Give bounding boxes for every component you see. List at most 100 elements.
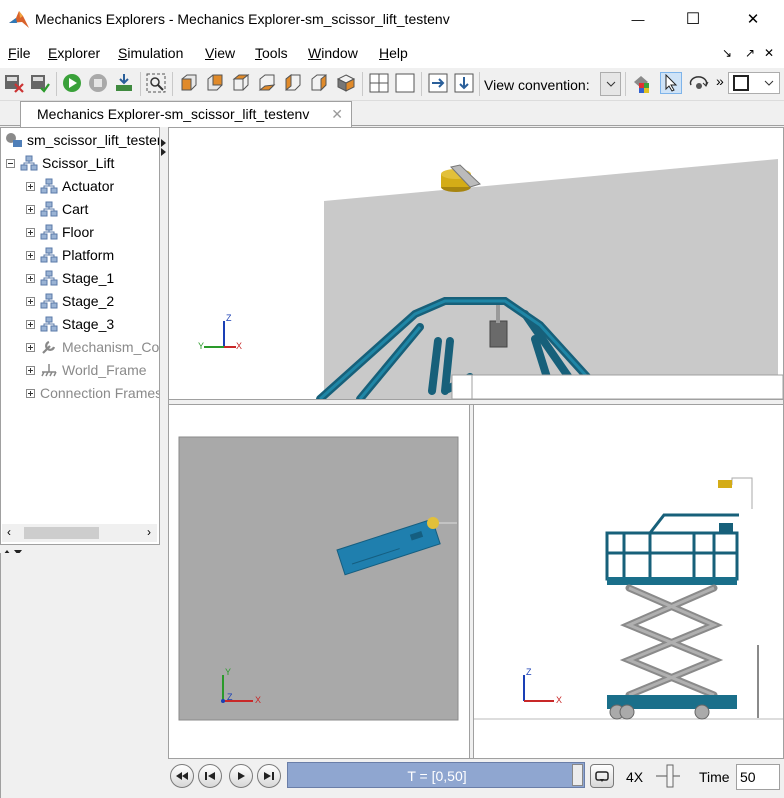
close-panel-icon[interactable]: ✕ — [764, 46, 774, 60]
rewind-to-start-button[interactable] — [170, 764, 194, 788]
undock-icon[interactable]: ↘ — [722, 46, 732, 60]
stop-icon[interactable] — [87, 72, 109, 94]
view-frame-dropdown[interactable] — [728, 72, 780, 94]
tab-close-icon[interactable]: ✕ — [331, 106, 343, 123]
menu-window[interactable]: Window — [308, 45, 358, 61]
tree-node-stage-1[interactable]: Stage_1 — [26, 267, 114, 289]
axis-x-label: X — [236, 341, 243, 351]
scrollbar-thumb[interactable] — [24, 527, 99, 539]
panel-divider[interactable] — [160, 127, 168, 798]
tree-node-connection-frames[interactable]: Connection Frames — [26, 382, 159, 404]
maximize-button[interactable]: ☐ — [670, 6, 716, 32]
step-back-button[interactable] — [198, 764, 222, 788]
expand-icon[interactable] — [26, 342, 35, 352]
expand-icon[interactable] — [26, 388, 35, 398]
scroll-right-icon[interactable]: › — [147, 525, 151, 539]
time-slider-thumb[interactable] — [572, 764, 583, 786]
close-button[interactable]: ✕ — [730, 6, 776, 32]
tree-node-mechanism-configuration[interactable]: Mechanism_Configuration — [26, 336, 159, 358]
triad-isometric: Z Y X — [198, 313, 248, 353]
view-convention-dropdown[interactable] — [600, 72, 621, 96]
toolbar-overflow[interactable]: » — [716, 73, 724, 89]
collapse-icon[interactable] — [6, 158, 15, 168]
right-view-icon[interactable] — [308, 72, 330, 94]
ground-icon — [41, 364, 57, 377]
tree-horizontal-scrollbar[interactable]: ‹ › — [2, 524, 157, 542]
loop-icon — [595, 771, 609, 782]
menu-explorer[interactable]: Explorer — [48, 45, 100, 61]
tree-node-stage-3[interactable]: Stage_3 — [26, 313, 114, 335]
minimize-button[interactable]: — — [615, 6, 661, 32]
play-icon[interactable] — [61, 72, 83, 94]
menu-tools[interactable]: Tools — [255, 45, 288, 61]
expand-icon[interactable] — [26, 296, 35, 306]
tree-node-world-frame[interactable]: World_Frame — [26, 359, 147, 381]
axis-z-label: Z — [226, 313, 232, 323]
menu-help[interactable]: Help — [379, 45, 408, 61]
collapse-panel-icon[interactable] — [160, 137, 168, 157]
speed-slider[interactable] — [654, 762, 682, 790]
play-button[interactable] — [229, 764, 253, 788]
tab-mechanics-explorer[interactable]: Mechanics Explorer-sm_scissor_lift_teste… — [20, 101, 352, 127]
import-results-icon[interactable] — [113, 72, 135, 94]
time-field[interactable]: 50 — [736, 764, 780, 790]
menu-view[interactable]: View — [205, 45, 235, 61]
top-view-icon[interactable] — [230, 72, 252, 94]
tree-node-platform[interactable]: Platform — [26, 244, 114, 266]
view-side[interactable]: Z X — [474, 405, 783, 758]
axis-x-label: X — [255, 695, 262, 705]
fit-to-view-icon[interactable] — [145, 72, 167, 94]
subsystem-icon — [40, 224, 58, 240]
chevron-down-icon — [606, 81, 615, 87]
save-results-icon[interactable] — [29, 72, 51, 94]
expand-icon[interactable] — [26, 181, 35, 191]
bottom-view-icon[interactable] — [256, 72, 278, 94]
wrench-icon — [42, 340, 56, 354]
view-top[interactable]: Y X Z — [169, 405, 469, 758]
tree-node-scissor-lift[interactable]: Scissor_Lift — [6, 152, 114, 174]
tree-node-cart[interactable]: Cart — [26, 198, 88, 220]
tree-node-floor[interactable]: Floor — [26, 221, 94, 243]
tree-root[interactable]: sm_scissor_lift_testenv — [4, 129, 159, 151]
expand-icon[interactable] — [26, 250, 35, 260]
subsystem-icon — [40, 201, 58, 217]
triad-top: Y X Z — [217, 667, 267, 707]
single-view-layout-icon[interactable] — [394, 72, 416, 94]
menu-file[interactable]: File — [8, 45, 31, 61]
scroll-left-icon[interactable]: ‹ — [7, 525, 11, 539]
rotate-view-icon[interactable] — [688, 72, 710, 94]
tree-node-actuator[interactable]: Actuator — [26, 175, 114, 197]
time-slider[interactable]: T = [0,50] — [287, 762, 585, 788]
triad-side: Z X — [518, 667, 568, 707]
expand-icon[interactable] — [26, 319, 35, 329]
scissor-lift-isometric-render — [316, 159, 783, 399]
step-forward-button[interactable] — [257, 764, 281, 788]
dock-icon[interactable]: ↗ — [745, 46, 755, 60]
isometric-view-icon[interactable] — [335, 72, 357, 94]
color-palette-icon[interactable] — [630, 72, 652, 94]
expand-icon[interactable] — [26, 227, 35, 237]
four-view-layout-icon[interactable] — [368, 72, 390, 94]
toolbar-separator — [479, 72, 480, 96]
split-horizontal-icon[interactable] — [427, 72, 449, 94]
toolbar-separator — [625, 72, 626, 96]
toolbar-separator — [140, 72, 141, 96]
subsystem-icon — [40, 247, 58, 263]
expand-icon[interactable] — [26, 273, 35, 283]
expand-icon[interactable] — [26, 204, 35, 214]
expand-icon[interactable] — [26, 365, 35, 375]
scissor-lift-top-render — [178, 436, 459, 721]
loop-button[interactable] — [590, 764, 614, 788]
tree-node-stage-2[interactable]: Stage_2 — [26, 290, 114, 312]
tree-splitter[interactable] — [0, 545, 160, 555]
left-view-icon[interactable] — [282, 72, 304, 94]
view-isometric[interactable]: Z Y X — [170, 129, 783, 399]
subsystem-icon — [40, 293, 58, 309]
tab-label: Mechanics Explorer-sm_scissor_lift_teste… — [37, 106, 310, 122]
back-view-icon[interactable] — [204, 72, 226, 94]
clear-results-icon[interactable] — [3, 72, 25, 94]
split-vertical-icon[interactable] — [453, 72, 475, 94]
menu-simulation[interactable]: Simulation — [118, 45, 183, 61]
front-view-icon[interactable] — [178, 72, 200, 94]
select-pointer-icon[interactable] — [660, 72, 682, 94]
